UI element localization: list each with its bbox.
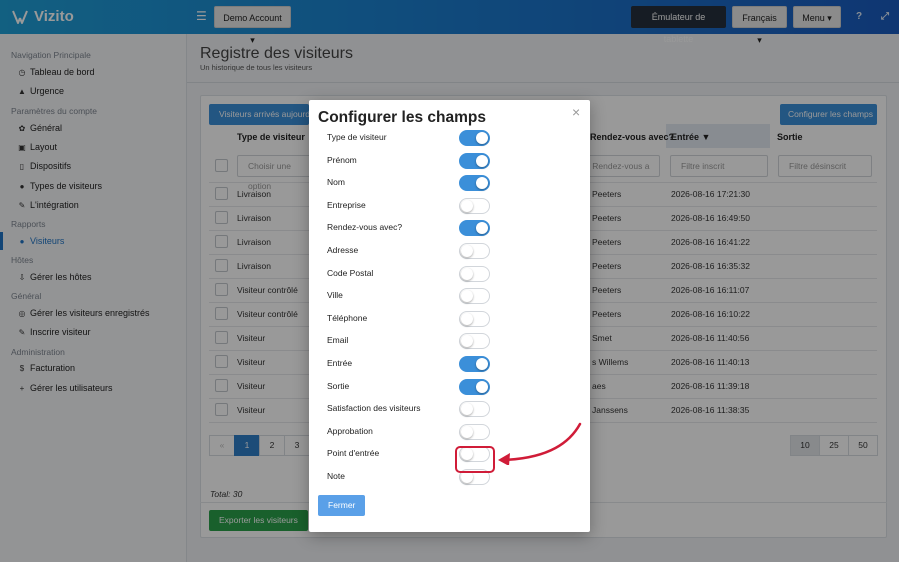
field-row: Rendez-vous avec? [309,218,590,238]
field-row: Code Postal [309,264,590,284]
field-toggle-switch[interactable] [459,333,490,350]
field-label: Sortie [327,380,350,391]
field-label: Téléphone [327,312,368,323]
toggle-knob [476,222,488,235]
field-label: Nom [327,177,345,188]
field-row: Entrée [309,354,590,374]
field-toggle-switch[interactable] [459,356,490,372]
toggle-knob [476,132,488,144]
field-row: Prénom [309,151,590,171]
field-label: Code Postal [327,267,374,278]
field-label: Email [327,335,349,346]
field-toggle-switch[interactable] [459,152,490,169]
toggle-knob [476,177,488,190]
field-row: Satisfaction des visiteurs [309,399,590,419]
field-row: Type de visiteur [309,128,590,148]
toggle-knob [461,290,473,303]
field-label: Prénom [327,154,357,165]
field-toggle-switch[interactable] [459,423,490,440]
modal-title: Configurer les champs [318,109,486,126]
field-toggle-switch[interactable] [459,265,490,282]
field-row: Entreprise [309,196,590,216]
field-row: Email [309,331,590,351]
field-toggle-switch[interactable] [459,197,490,214]
close-modal-button[interactable]: Fermer [318,495,366,516]
field-toggle-switch[interactable] [459,310,490,327]
field-row: Note [309,467,590,487]
toggle-knob [476,358,488,370]
toggle-knob [461,425,473,438]
field-toggle-switch[interactable] [459,401,490,418]
field-label: Entrée [327,358,353,368]
field-label: Adresse [327,245,359,255]
field-label: Type de visiteur [327,132,387,142]
toggle-knob [476,380,488,393]
toggle-knob [461,403,473,416]
highlight-box [455,446,495,473]
field-label: Ville [327,290,343,301]
field-row: Adresse [309,241,590,261]
toggle-knob [461,199,473,212]
field-label: Rendez-vous avec? [327,222,403,233]
field-row: Nom [309,173,590,193]
field-label: Approbation [327,425,373,436]
field-toggle-switch[interactable] [459,288,490,305]
field-label: Note [327,471,345,481]
annotation-arrow-icon [498,422,582,465]
field-row: Ville [309,286,590,306]
configure-fields-modal: Configurer les champs × Type de visiteur… [309,100,590,532]
field-row: Sortie [309,377,590,397]
toggle-knob [476,154,488,167]
field-toggle-switch[interactable] [459,130,490,146]
toggle-knob [461,267,473,280]
toggle-knob [461,245,473,257]
field-row: Téléphone [309,309,590,329]
close-icon[interactable]: × [572,104,580,120]
field-label: Satisfaction des visiteurs [327,403,421,414]
toggle-knob [461,312,473,325]
field-label: Point d'entrée [327,448,380,459]
field-toggle-switch[interactable] [459,175,490,192]
field-toggle-switch[interactable] [459,243,490,259]
field-toggle-switch[interactable] [459,220,490,237]
field-label: Entreprise [327,199,366,210]
field-toggle-switch[interactable] [459,378,490,395]
toggle-knob [461,335,473,348]
